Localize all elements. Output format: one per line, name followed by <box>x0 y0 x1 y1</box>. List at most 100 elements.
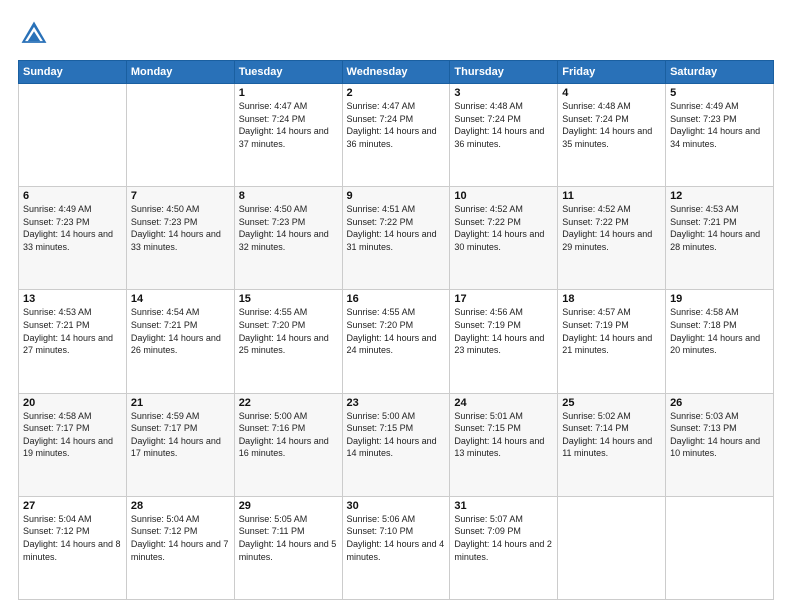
day-number: 18 <box>562 293 661 305</box>
day-info: Sunrise: 4:48 AM Sunset: 7:24 PM Dayligh… <box>454 100 553 150</box>
day-info: Sunrise: 5:00 AM Sunset: 7:16 PM Dayligh… <box>239 410 338 460</box>
day-number: 1 <box>239 87 338 99</box>
day-info: Sunrise: 4:48 AM Sunset: 7:24 PM Dayligh… <box>562 100 661 150</box>
calendar-cell: 30Sunrise: 5:06 AM Sunset: 7:10 PM Dayli… <box>342 496 450 599</box>
day-info: Sunrise: 4:47 AM Sunset: 7:24 PM Dayligh… <box>347 100 446 150</box>
header <box>18 18 774 50</box>
calendar-cell: 4Sunrise: 4:48 AM Sunset: 7:24 PM Daylig… <box>558 84 666 187</box>
day-number: 8 <box>239 190 338 202</box>
day-info: Sunrise: 4:51 AM Sunset: 7:22 PM Dayligh… <box>347 203 446 253</box>
calendar-cell: 7Sunrise: 4:50 AM Sunset: 7:23 PM Daylig… <box>126 187 234 290</box>
day-number: 23 <box>347 397 446 409</box>
day-info: Sunrise: 5:02 AM Sunset: 7:14 PM Dayligh… <box>562 410 661 460</box>
day-number: 24 <box>454 397 553 409</box>
day-number: 10 <box>454 190 553 202</box>
calendar-cell: 18Sunrise: 4:57 AM Sunset: 7:19 PM Dayli… <box>558 290 666 393</box>
day-info: Sunrise: 4:55 AM Sunset: 7:20 PM Dayligh… <box>239 306 338 356</box>
day-info: Sunrise: 4:57 AM Sunset: 7:19 PM Dayligh… <box>562 306 661 356</box>
calendar-cell: 2Sunrise: 4:47 AM Sunset: 7:24 PM Daylig… <box>342 84 450 187</box>
logo <box>18 18 54 50</box>
day-info: Sunrise: 4:50 AM Sunset: 7:23 PM Dayligh… <box>131 203 230 253</box>
calendar-cell: 9Sunrise: 4:51 AM Sunset: 7:22 PM Daylig… <box>342 187 450 290</box>
calendar-cell: 17Sunrise: 4:56 AM Sunset: 7:19 PM Dayli… <box>450 290 558 393</box>
day-number: 5 <box>670 87 769 99</box>
day-number: 2 <box>347 87 446 99</box>
day-number: 9 <box>347 190 446 202</box>
day-of-week-tuesday: Tuesday <box>234 61 342 84</box>
day-number: 31 <box>454 500 553 512</box>
calendar-cell: 13Sunrise: 4:53 AM Sunset: 7:21 PM Dayli… <box>19 290 127 393</box>
page: SundayMondayTuesdayWednesdayThursdayFrid… <box>0 0 792 612</box>
calendar-cell: 21Sunrise: 4:59 AM Sunset: 7:17 PM Dayli… <box>126 393 234 496</box>
calendar-cell: 1Sunrise: 4:47 AM Sunset: 7:24 PM Daylig… <box>234 84 342 187</box>
day-info: Sunrise: 5:04 AM Sunset: 7:12 PM Dayligh… <box>23 513 122 563</box>
day-info: Sunrise: 4:52 AM Sunset: 7:22 PM Dayligh… <box>562 203 661 253</box>
calendar-cell: 11Sunrise: 4:52 AM Sunset: 7:22 PM Dayli… <box>558 187 666 290</box>
day-info: Sunrise: 5:00 AM Sunset: 7:15 PM Dayligh… <box>347 410 446 460</box>
day-info: Sunrise: 4:53 AM Sunset: 7:21 PM Dayligh… <box>23 306 122 356</box>
day-number: 20 <box>23 397 122 409</box>
calendar-cell: 25Sunrise: 5:02 AM Sunset: 7:14 PM Dayli… <box>558 393 666 496</box>
day-number: 28 <box>131 500 230 512</box>
day-info: Sunrise: 4:55 AM Sunset: 7:20 PM Dayligh… <box>347 306 446 356</box>
day-info: Sunrise: 4:59 AM Sunset: 7:17 PM Dayligh… <box>131 410 230 460</box>
day-info: Sunrise: 4:56 AM Sunset: 7:19 PM Dayligh… <box>454 306 553 356</box>
day-number: 26 <box>670 397 769 409</box>
day-number: 27 <box>23 500 122 512</box>
calendar-week-row: 6Sunrise: 4:49 AM Sunset: 7:23 PM Daylig… <box>19 187 774 290</box>
calendar-cell: 29Sunrise: 5:05 AM Sunset: 7:11 PM Dayli… <box>234 496 342 599</box>
calendar-cell: 19Sunrise: 4:58 AM Sunset: 7:18 PM Dayli… <box>666 290 774 393</box>
day-info: Sunrise: 4:54 AM Sunset: 7:21 PM Dayligh… <box>131 306 230 356</box>
day-number: 30 <box>347 500 446 512</box>
calendar-cell <box>558 496 666 599</box>
calendar-week-row: 20Sunrise: 4:58 AM Sunset: 7:17 PM Dayli… <box>19 393 774 496</box>
calendar-week-row: 13Sunrise: 4:53 AM Sunset: 7:21 PM Dayli… <box>19 290 774 393</box>
calendar-cell: 22Sunrise: 5:00 AM Sunset: 7:16 PM Dayli… <box>234 393 342 496</box>
day-number: 25 <box>562 397 661 409</box>
day-of-week-sunday: Sunday <box>19 61 127 84</box>
calendar-cell: 10Sunrise: 4:52 AM Sunset: 7:22 PM Dayli… <box>450 187 558 290</box>
day-info: Sunrise: 5:05 AM Sunset: 7:11 PM Dayligh… <box>239 513 338 563</box>
day-number: 15 <box>239 293 338 305</box>
day-info: Sunrise: 4:49 AM Sunset: 7:23 PM Dayligh… <box>23 203 122 253</box>
day-number: 16 <box>347 293 446 305</box>
day-of-week-wednesday: Wednesday <box>342 61 450 84</box>
day-number: 7 <box>131 190 230 202</box>
calendar-cell: 31Sunrise: 5:07 AM Sunset: 7:09 PM Dayli… <box>450 496 558 599</box>
day-number: 19 <box>670 293 769 305</box>
day-info: Sunrise: 5:06 AM Sunset: 7:10 PM Dayligh… <box>347 513 446 563</box>
calendar-table: SundayMondayTuesdayWednesdayThursdayFrid… <box>18 60 774 600</box>
day-number: 11 <box>562 190 661 202</box>
day-number: 4 <box>562 87 661 99</box>
day-number: 13 <box>23 293 122 305</box>
day-info: Sunrise: 5:07 AM Sunset: 7:09 PM Dayligh… <box>454 513 553 563</box>
day-number: 14 <box>131 293 230 305</box>
day-of-week-saturday: Saturday <box>666 61 774 84</box>
calendar-cell: 23Sunrise: 5:00 AM Sunset: 7:15 PM Dayli… <box>342 393 450 496</box>
day-number: 6 <box>23 190 122 202</box>
calendar-cell: 27Sunrise: 5:04 AM Sunset: 7:12 PM Dayli… <box>19 496 127 599</box>
day-number: 12 <box>670 190 769 202</box>
day-number: 29 <box>239 500 338 512</box>
calendar-cell: 20Sunrise: 4:58 AM Sunset: 7:17 PM Dayli… <box>19 393 127 496</box>
day-info: Sunrise: 4:52 AM Sunset: 7:22 PM Dayligh… <box>454 203 553 253</box>
calendar-cell: 14Sunrise: 4:54 AM Sunset: 7:21 PM Dayli… <box>126 290 234 393</box>
day-info: Sunrise: 4:53 AM Sunset: 7:21 PM Dayligh… <box>670 203 769 253</box>
day-info: Sunrise: 5:03 AM Sunset: 7:13 PM Dayligh… <box>670 410 769 460</box>
day-info: Sunrise: 4:58 AM Sunset: 7:18 PM Dayligh… <box>670 306 769 356</box>
calendar-cell: 8Sunrise: 4:50 AM Sunset: 7:23 PM Daylig… <box>234 187 342 290</box>
day-info: Sunrise: 5:01 AM Sunset: 7:15 PM Dayligh… <box>454 410 553 460</box>
calendar-cell: 12Sunrise: 4:53 AM Sunset: 7:21 PM Dayli… <box>666 187 774 290</box>
day-number: 3 <box>454 87 553 99</box>
day-info: Sunrise: 4:58 AM Sunset: 7:17 PM Dayligh… <box>23 410 122 460</box>
day-info: Sunrise: 4:49 AM Sunset: 7:23 PM Dayligh… <box>670 100 769 150</box>
day-number: 21 <box>131 397 230 409</box>
logo-icon <box>18 18 50 50</box>
calendar-cell: 15Sunrise: 4:55 AM Sunset: 7:20 PM Dayli… <box>234 290 342 393</box>
calendar-week-row: 27Sunrise: 5:04 AM Sunset: 7:12 PM Dayli… <box>19 496 774 599</box>
day-number: 22 <box>239 397 338 409</box>
day-number: 17 <box>454 293 553 305</box>
calendar-cell: 28Sunrise: 5:04 AM Sunset: 7:12 PM Dayli… <box>126 496 234 599</box>
calendar-cell: 5Sunrise: 4:49 AM Sunset: 7:23 PM Daylig… <box>666 84 774 187</box>
calendar-cell: 3Sunrise: 4:48 AM Sunset: 7:24 PM Daylig… <box>450 84 558 187</box>
